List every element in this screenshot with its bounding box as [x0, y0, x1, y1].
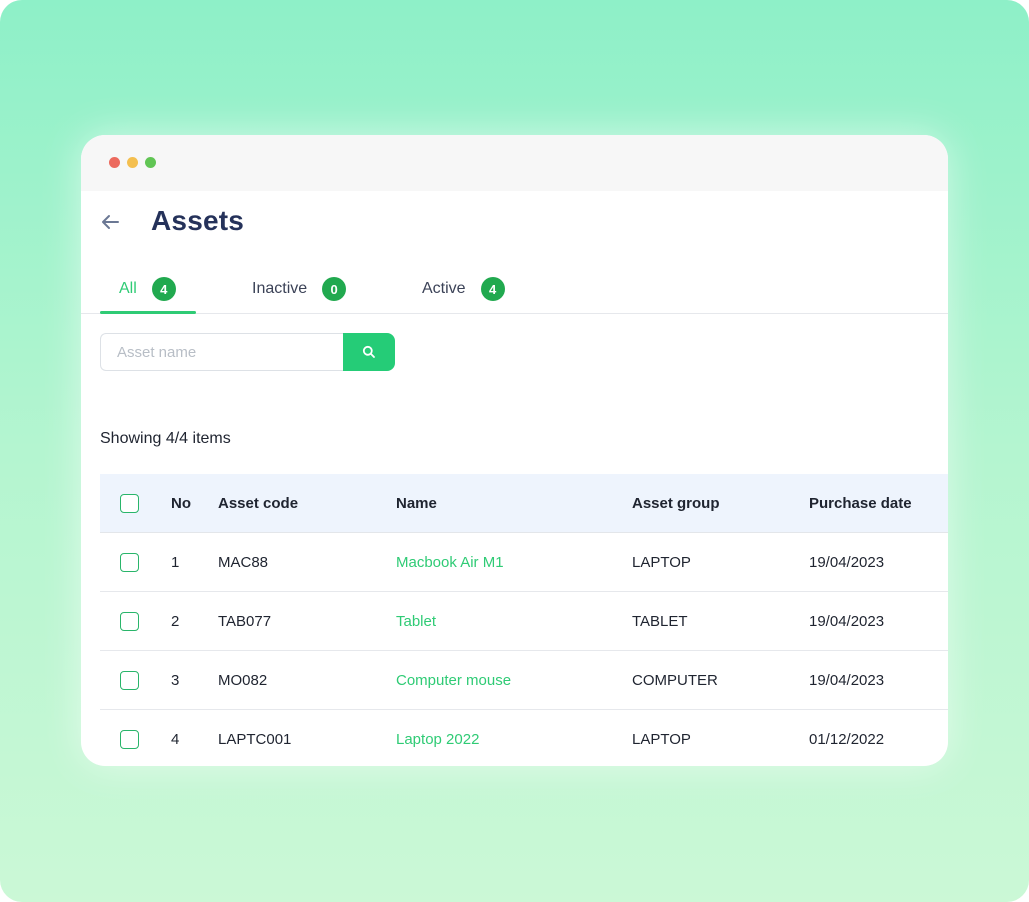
row-no: 3 [171, 672, 180, 689]
active-tab-indicator [100, 311, 196, 314]
row-checkbox-cell [120, 651, 139, 710]
row-name-cell: Tablet [396, 592, 436, 651]
filter-tabs: All 4 Inactive 0 Active 4 [81, 271, 948, 314]
row-checkbox-cell [120, 533, 139, 592]
row-asset-group: COMPUTER [632, 672, 718, 689]
table-row: 2 TAB077 Tablet TABLET 19/04/2023 [100, 592, 948, 651]
row-asset-code: MAC88 [218, 554, 269, 571]
tab-active-label: Active [422, 280, 466, 297]
row-select-checkbox[interactable] [120, 730, 139, 749]
column-header-asset-group: Asset group [632, 495, 720, 512]
tab-all-label: All [119, 280, 137, 297]
header-checkbox-cell [120, 474, 139, 533]
tab-inactive-count-badge: 0 [322, 277, 347, 301]
page-background: Assets All 4 Inactive 0 Active 4 Asset n… [0, 0, 1029, 902]
row-asset-code: MO082 [218, 672, 268, 689]
arrow-left-icon[interactable] [99, 211, 121, 233]
tab-all[interactable]: All 4 [119, 277, 176, 313]
asset-name-link[interactable]: Macbook Air M1 [396, 554, 504, 571]
row-no: 4 [171, 731, 180, 748]
assets-table: No Asset code Name Asset group Purchase … [100, 474, 948, 766]
row-name-cell: Macbook Air M1 [396, 533, 504, 592]
select-all-checkbox[interactable] [120, 494, 139, 513]
row-select-checkbox[interactable] [120, 612, 139, 631]
table-row: 4 LAPTC001 Laptop 2022 LAPTOP 01/12/2022 [100, 710, 948, 766]
column-header-name: Name [396, 495, 437, 512]
tab-inactive[interactable]: Inactive 0 [252, 277, 347, 313]
row-no: 2 [171, 613, 180, 630]
tab-inactive-label: Inactive [252, 280, 308, 297]
page-title: Assets [151, 205, 245, 236]
row-asset-code: TAB077 [218, 613, 272, 630]
asset-name-search-input[interactable] [100, 333, 350, 371]
app-window: Assets All 4 Inactive 0 Active 4 Asset n… [81, 135, 948, 766]
search-button[interactable] [343, 333, 395, 371]
row-no: 1 [171, 554, 180, 571]
table-row: 3 MO082 Computer mouse COMPUTER 19/04/20… [100, 651, 948, 710]
row-purchase-date: 19/04/2023 [809, 554, 885, 571]
tab-active[interactable]: Active 4 [422, 277, 505, 313]
row-asset-group: LAPTOP [632, 554, 691, 571]
row-name-cell: Computer mouse [396, 651, 511, 710]
showing-items-count: Showing 4/4 items [100, 430, 231, 447]
window-titlebar [81, 135, 948, 191]
tab-all-count-badge: 4 [151, 277, 176, 301]
page-header: Assets [81, 191, 948, 261]
column-header-purchase-date: Purchase date [809, 495, 912, 512]
asset-name-link[interactable]: Laptop 2022 [396, 731, 479, 748]
row-asset-group: TABLET [632, 613, 688, 630]
maximize-window-dot[interactable] [145, 157, 156, 168]
row-select-checkbox[interactable] [120, 671, 139, 690]
row-purchase-date: 01/12/2022 [809, 731, 885, 748]
column-header-no: No [171, 495, 191, 512]
minimize-window-dot[interactable] [127, 157, 138, 168]
row-asset-code: LAPTC001 [218, 731, 292, 748]
asset-name-link[interactable]: Tablet [396, 613, 436, 630]
table-header-row: No Asset code Name Asset group Purchase … [100, 474, 948, 533]
row-checkbox-cell [120, 592, 139, 651]
close-window-dot[interactable] [109, 157, 120, 168]
row-asset-group: LAPTOP [632, 731, 691, 748]
table-row: 1 MAC88 Macbook Air M1 LAPTOP 19/04/2023 [100, 533, 948, 592]
row-purchase-date: 19/04/2023 [809, 672, 885, 689]
tab-active-count-badge: 4 [480, 277, 505, 301]
search-icon [362, 345, 375, 358]
row-name-cell: Laptop 2022 [396, 710, 479, 766]
row-purchase-date: 19/04/2023 [809, 613, 885, 630]
asset-name-link[interactable]: Computer mouse [396, 672, 511, 689]
column-header-asset-code: Asset code [218, 495, 299, 512]
row-select-checkbox[interactable] [120, 553, 139, 572]
row-checkbox-cell [120, 710, 139, 766]
